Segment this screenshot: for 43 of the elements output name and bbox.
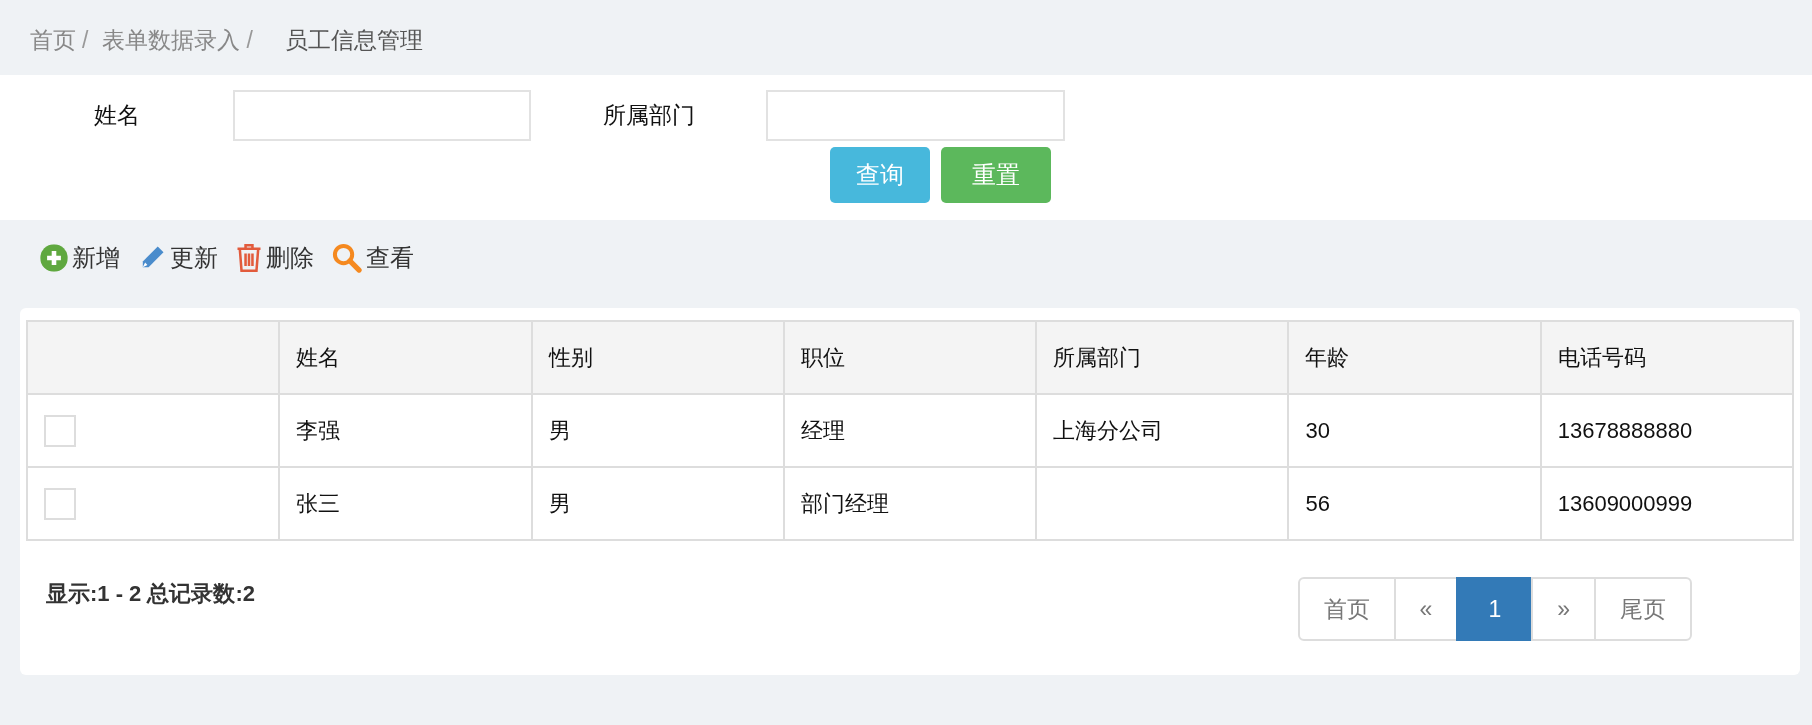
- table-cell: 13678888880: [1540, 394, 1793, 467]
- table-cell: 部门经理: [783, 467, 1037, 540]
- breadcrumb-item[interactable]: 首页: [30, 25, 76, 56]
- page-button[interactable]: »: [1531, 577, 1596, 641]
- search-icon: [332, 243, 362, 273]
- input-field[interactable]: [766, 90, 1065, 141]
- column-header: 所属部门: [1036, 321, 1289, 394]
- table-cell: 13609000999: [1540, 467, 1793, 540]
- table-cell: 李强: [279, 394, 532, 467]
- page-button[interactable]: 1: [1456, 577, 1534, 641]
- column-header: 姓名: [279, 321, 532, 394]
- toolbar-button[interactable]: 新增: [38, 238, 124, 278]
- table-cell: 男: [531, 394, 784, 467]
- row-checkbox[interactable]: [44, 487, 76, 520]
- column-header: 职位: [783, 321, 1037, 394]
- breadcrumb-item[interactable]: 表单数据录入: [102, 25, 241, 56]
- field-label: 所属部门: [601, 101, 696, 130]
- row-checkbox[interactable]: [44, 414, 76, 447]
- breadcrumb-separator: /: [82, 27, 89, 54]
- page-button[interactable]: 首页: [1297, 577, 1396, 641]
- toolbar-button[interactable]: 更新: [136, 238, 222, 278]
- page-button[interactable]: 尾页: [1594, 577, 1692, 641]
- page-button[interactable]: «: [1393, 577, 1459, 641]
- trash-icon: [236, 243, 262, 273]
- breadcrumb-item: 员工信息管理: [284, 26, 423, 55]
- table-cell: 张三: [279, 467, 532, 540]
- column-header: 性别: [531, 321, 784, 394]
- toolbar-button[interactable]: 删除: [234, 238, 318, 278]
- toolbar-button[interactable]: 查看: [330, 238, 418, 278]
- column-header: 电话号码: [1540, 321, 1793, 394]
- table-cell: 经理: [783, 394, 1037, 467]
- table-cell: 男: [531, 467, 784, 540]
- plus-circle-icon: [40, 244, 68, 272]
- field-label: 姓名: [92, 101, 141, 130]
- column-header: 年龄: [1288, 321, 1541, 394]
- reset-button[interactable]: 重置: [941, 147, 1051, 203]
- query-button[interactable]: 查询: [830, 147, 930, 203]
- table-cell: 56: [1288, 467, 1541, 540]
- table-cell: 上海分公司: [1036, 394, 1289, 467]
- table-cell: 30: [1288, 394, 1541, 467]
- breadcrumb-separator: /: [246, 27, 253, 54]
- record-summary: 显示:1 - 2 总记录数:2: [46, 580, 256, 608]
- input-field[interactable]: [233, 90, 531, 141]
